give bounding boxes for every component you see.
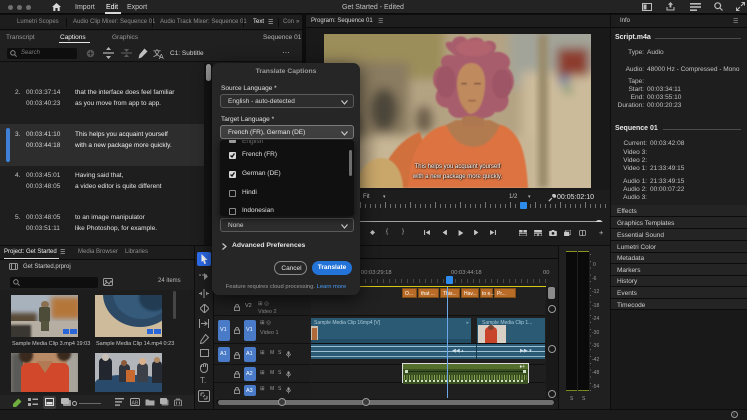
svg-text:A: A: [159, 54, 164, 59]
svg-text:AB: AB: [132, 401, 139, 407]
